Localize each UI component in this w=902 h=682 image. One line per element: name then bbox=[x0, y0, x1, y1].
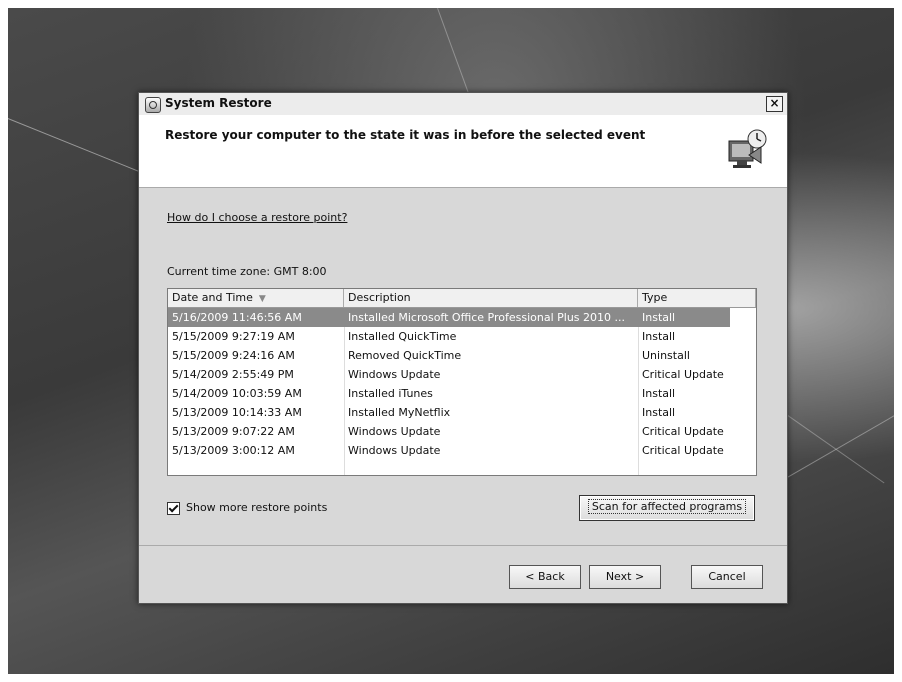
row-date-time: 5/13/2009 9:07:22 AM bbox=[172, 425, 295, 438]
row-type: Install bbox=[638, 403, 756, 422]
type-text: Critical Update bbox=[642, 444, 724, 457]
system-restore-icon bbox=[145, 97, 161, 113]
restore-points-list[interactable]: Date and Time ▼ Description Type 5/16/200… bbox=[167, 288, 757, 476]
show-more-checkbox-row[interactable]: Show more restore points bbox=[167, 501, 327, 515]
sort-arrow-icon: ▼ bbox=[258, 294, 266, 304]
dialog-header: Restore your computer to the state it wa… bbox=[139, 115, 787, 188]
row-date-time: 5/13/2009 3:00:12 AM bbox=[172, 444, 295, 457]
column-type[interactable]: Type bbox=[638, 289, 756, 307]
table-row[interactable]: 5/15/2009 9:24:16 AM Removed QuickTime Uni… bbox=[168, 346, 756, 365]
type-text: Install bbox=[642, 330, 676, 343]
list-body: 5/16/2009 11:46:56 AM Installed Microsoft… bbox=[168, 308, 756, 460]
show-more-checkbox[interactable] bbox=[167, 501, 180, 515]
computer-restore-icon bbox=[728, 129, 767, 168]
row-type: Critical Update bbox=[638, 441, 756, 460]
type-text: Install bbox=[642, 406, 676, 419]
type-text: Critical Update bbox=[642, 425, 724, 438]
row-date-time: 5/13/2009 10:14:33 AM bbox=[172, 406, 302, 419]
cancel-button[interactable]: Cancel bbox=[691, 565, 763, 589]
table-row[interactable]: 5/16/2009 11:46:56 AM Installed Microsoft… bbox=[168, 308, 756, 327]
type-text: Uninstall bbox=[642, 349, 690, 362]
column-label: Date and Time bbox=[172, 291, 253, 304]
row-type: Install bbox=[638, 327, 756, 346]
row-description: Windows Update bbox=[348, 368, 441, 381]
row-date-time: 5/14/2009 2:55:49 PM bbox=[172, 368, 294, 381]
window-title: System Restore bbox=[165, 96, 272, 110]
table-row[interactable]: 5/15/2009 9:27:19 AM Installed QuickTime I… bbox=[168, 327, 756, 346]
back-button[interactable]: < Back bbox=[509, 565, 581, 589]
row-description: Installed QuickTime bbox=[348, 330, 457, 343]
row-type: Uninstall bbox=[638, 346, 756, 365]
table-row[interactable]: 5/14/2009 2:55:49 PM Windows Update Critic… bbox=[168, 365, 756, 384]
table-row[interactable]: 5/14/2009 10:03:59 AM Installed iTunes Ins… bbox=[168, 384, 756, 403]
scan-button-label: Scan for affected programs bbox=[587, 499, 747, 514]
close-button[interactable]: × bbox=[766, 96, 783, 112]
row-type: Install bbox=[638, 384, 756, 403]
table-row[interactable]: 5/13/2009 9:07:22 AM Windows Update Critic… bbox=[168, 422, 756, 441]
column-date-time[interactable]: Date and Time ▼ bbox=[168, 289, 344, 307]
scan-affected-programs-button[interactable]: Scan for affected programs bbox=[579, 495, 755, 521]
row-date-time: 5/15/2009 9:27:19 AM bbox=[172, 330, 295, 343]
timezone-label: Current time zone: GMT 8:00 bbox=[167, 265, 327, 278]
list-header: Date and Time ▼ Description Type bbox=[168, 289, 756, 308]
row-date-time: 5/16/2009 11:46:56 AM bbox=[168, 308, 344, 327]
row-type: Critical Update bbox=[638, 422, 756, 441]
title-bar[interactable]: System Restore × bbox=[139, 93, 787, 115]
show-more-label: Show more restore points bbox=[186, 501, 328, 514]
footer-separator bbox=[139, 545, 787, 546]
column-description[interactable]: Description bbox=[344, 289, 638, 307]
row-type: Critical Update bbox=[638, 365, 756, 384]
system-restore-dialog: System Restore × Restore your computer t… bbox=[138, 92, 788, 604]
table-row[interactable]: 5/13/2009 3:00:12 AM Windows Update Critic… bbox=[168, 441, 756, 460]
row-description: Installed MyNetflix bbox=[348, 406, 451, 419]
table-row[interactable]: 5/13/2009 10:14:33 AM Installed MyNetflix… bbox=[168, 403, 756, 422]
type-text: Install bbox=[638, 308, 730, 327]
next-button[interactable]: Next > bbox=[589, 565, 661, 589]
row-description: Installed iTunes bbox=[348, 387, 433, 400]
help-link[interactable]: How do I choose a restore point? bbox=[167, 211, 347, 224]
type-text: Critical Update bbox=[642, 368, 724, 381]
row-date-time: 5/14/2009 10:03:59 AM bbox=[172, 387, 302, 400]
row-description: Installed Microsoft Office Professional … bbox=[344, 308, 638, 327]
row-description: Removed QuickTime bbox=[348, 349, 462, 362]
type-text: Install bbox=[642, 387, 676, 400]
page-headline: Restore your computer to the state it wa… bbox=[165, 128, 646, 142]
row-description: Windows Update bbox=[348, 444, 441, 457]
row-description: Windows Update bbox=[348, 425, 441, 438]
row-date-time: 5/15/2009 9:24:16 AM bbox=[172, 349, 295, 362]
row-type: Install bbox=[638, 308, 756, 327]
